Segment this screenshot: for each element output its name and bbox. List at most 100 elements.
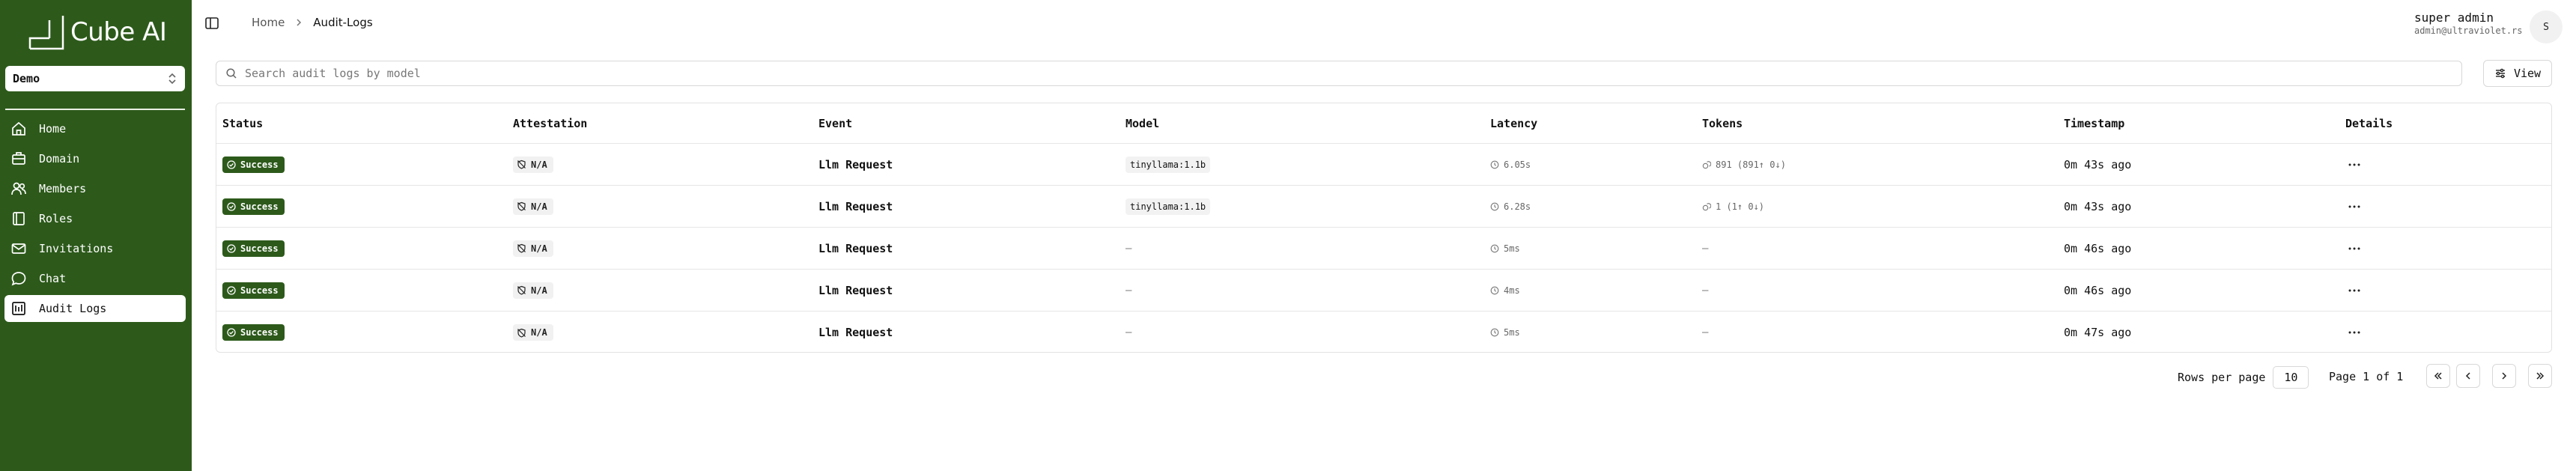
chevrons-right-icon <box>2536 372 2545 380</box>
table-row[interactable]: Success N/A Llm Request — 5ms — 0m 46s a… <box>216 228 2551 270</box>
last-page-button[interactable] <box>2528 364 2552 388</box>
column-header-event: Event <box>818 116 853 130</box>
column-header-status: Status <box>222 116 264 130</box>
model-empty: — <box>1126 284 1132 297</box>
latency-value: 6.28s <box>1490 201 1531 212</box>
avatar[interactable]: S <box>2530 10 2563 43</box>
tokens-empty: — <box>1702 242 1709 255</box>
breadcrumb-current: Audit-Logs <box>313 16 373 29</box>
attestation-text: N/A <box>531 159 547 170</box>
timestamp-text: 0m 43s ago <box>2064 199 2132 213</box>
table-row[interactable]: Success N/A Llm Request tinyllama:1.1b 6… <box>216 186 2551 228</box>
tokens-value: 891 (891↑ 0↓) <box>1702 159 1786 170</box>
sidebar-item-audit-logs[interactable]: Audit Logs <box>4 295 186 322</box>
workspace-name: Demo <box>13 72 40 85</box>
clock-icon <box>1490 244 1499 252</box>
sidebar-item-label: Audit Logs <box>39 302 107 315</box>
timestamp-text: 0m 46s ago <box>2064 283 2132 297</box>
latency-value: 5ms <box>1490 243 1520 254</box>
chevron-right-icon <box>297 19 302 26</box>
more-horizontal-icon[interactable] <box>2345 240 2363 258</box>
workspace-select[interactable]: Demo <box>5 66 185 91</box>
table-row[interactable]: Success N/A Llm Request tinyllama:1.1b 6… <box>216 144 2551 186</box>
domain-icon <box>12 152 25 165</box>
sidebar-item-label: Invitations <box>39 242 114 255</box>
chevron-left-icon <box>2465 372 2470 380</box>
app-name: Cube AI <box>70 17 167 47</box>
tokens-text: 1 (1↑ 0↓) <box>1716 201 1765 212</box>
clock-icon <box>1490 202 1499 210</box>
shield-off-icon <box>517 243 526 253</box>
breadcrumb-home-link[interactable]: Home <box>252 16 285 29</box>
tokens-value: 1 (1↑ 0↓) <box>1702 201 1764 212</box>
column-header-attestation: Attestation <box>513 116 588 130</box>
sidebar-nav: Home Domain Members Roles Invitations Ch… <box>4 115 186 325</box>
brand[interactable]: Cube AI <box>27 12 167 52</box>
check-circle-icon <box>227 328 236 337</box>
shield-off-icon <box>517 159 526 169</box>
table-header-row: Status Attestation Event Model Latency T… <box>216 103 2551 144</box>
view-button[interactable]: View <box>2483 60 2552 87</box>
sidebar-item-label: Chat <box>39 272 67 285</box>
latency-value: 4ms <box>1490 285 1520 296</box>
check-circle-icon <box>227 285 236 295</box>
sidebar-item-roles[interactable]: Roles <box>4 205 186 232</box>
event-text: Llm Request <box>818 326 893 339</box>
next-page-button[interactable] <box>2492 364 2516 388</box>
sidebar-item-domain[interactable]: Domain <box>4 145 186 172</box>
status-text: Success <box>240 243 279 254</box>
shield-off-icon <box>517 201 526 211</box>
rows-per-page-select[interactable]: 10 <box>2273 366 2309 389</box>
home-icon <box>12 121 25 136</box>
sidebar-item-invitations[interactable]: Invitations <box>4 235 186 262</box>
audit-logs-icon <box>12 302 25 315</box>
latency-text: 5ms <box>1504 243 1520 254</box>
timestamp-text: 0m 43s ago <box>2064 157 2132 171</box>
model-empty: — <box>1126 242 1132 255</box>
user-email: admin@ultraviolet.rs <box>2414 25 2523 36</box>
status-text: Success <box>240 201 279 212</box>
sidebar: Cube AI Demo Home Domain Members Roles I… <box>0 0 192 471</box>
first-page-button[interactable] <box>2426 364 2450 388</box>
column-header-tokens: Tokens <box>1702 116 1743 130</box>
table-row[interactable]: Success N/A Llm Request — 4ms — 0m 46s a… <box>216 270 2551 312</box>
sliders-icon <box>2495 68 2505 79</box>
previous-page-button[interactable] <box>2456 364 2480 388</box>
more-horizontal-icon[interactable] <box>2345 156 2363 174</box>
more-horizontal-icon[interactable] <box>2345 282 2363 300</box>
attestation-badge: N/A <box>513 324 553 341</box>
audit-logs-table: Status Attestation Event Model Latency T… <box>216 103 2552 353</box>
attestation-badge: N/A <box>513 198 553 215</box>
model-empty: — <box>1126 326 1132 338</box>
attestation-text: N/A <box>531 243 547 254</box>
toggle-sidebar-icon[interactable] <box>204 15 220 31</box>
sidebar-item-members[interactable]: Members <box>4 175 186 202</box>
shield-off-icon <box>517 328 526 338</box>
clock-icon <box>1490 286 1499 294</box>
search-box <box>216 61 2462 86</box>
more-horizontal-icon[interactable] <box>2345 323 2363 341</box>
breadcrumb: Home Audit-Logs <box>252 16 373 29</box>
more-horizontal-icon[interactable] <box>2345 198 2363 216</box>
coins-icon <box>1702 160 1711 168</box>
tokens-text: 891 (891↑ 0↓) <box>1716 159 1786 170</box>
attestation-badge: N/A <box>513 240 553 257</box>
members-icon <box>11 182 26 195</box>
sidebar-divider <box>5 109 185 110</box>
column-header-details: Details <box>2345 116 2393 130</box>
sidebar-item-label: Roles <box>39 212 73 225</box>
shield-off-icon <box>517 285 526 295</box>
cube-ai-logo-icon <box>28 16 64 50</box>
sidebar-item-home[interactable]: Home <box>4 115 186 142</box>
latency-text: 6.05s <box>1504 159 1531 170</box>
chevrons-left-icon <box>2434 372 2442 380</box>
attestation-text: N/A <box>531 201 547 212</box>
rows-per-page: Rows per page 10 <box>2178 366 2309 389</box>
sidebar-item-chat[interactable]: Chat <box>4 265 186 292</box>
search-input[interactable] <box>245 67 2461 80</box>
user-menu[interactable]: super admin admin@ultraviolet.rs <box>2414 10 2523 36</box>
rows-per-page-label: Rows per page <box>2178 371 2266 384</box>
chevrons-up-down-icon <box>168 73 176 85</box>
table-row[interactable]: Success N/A Llm Request — 5ms — 0m 47s a… <box>216 312 2551 352</box>
event-text: Llm Request <box>818 283 893 297</box>
